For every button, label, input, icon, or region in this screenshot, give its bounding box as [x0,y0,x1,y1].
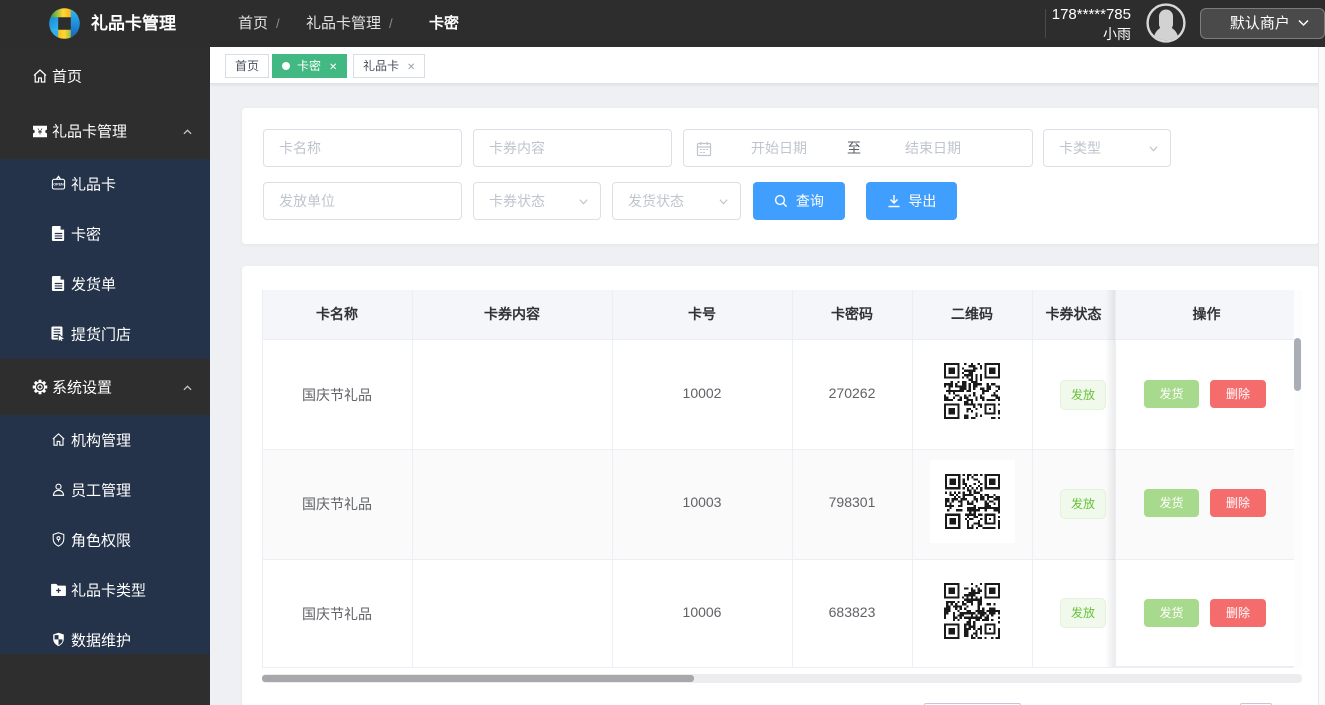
svg-text:OPEN: OPEN [53,183,64,187]
svg-text:¥: ¥ [37,126,43,136]
